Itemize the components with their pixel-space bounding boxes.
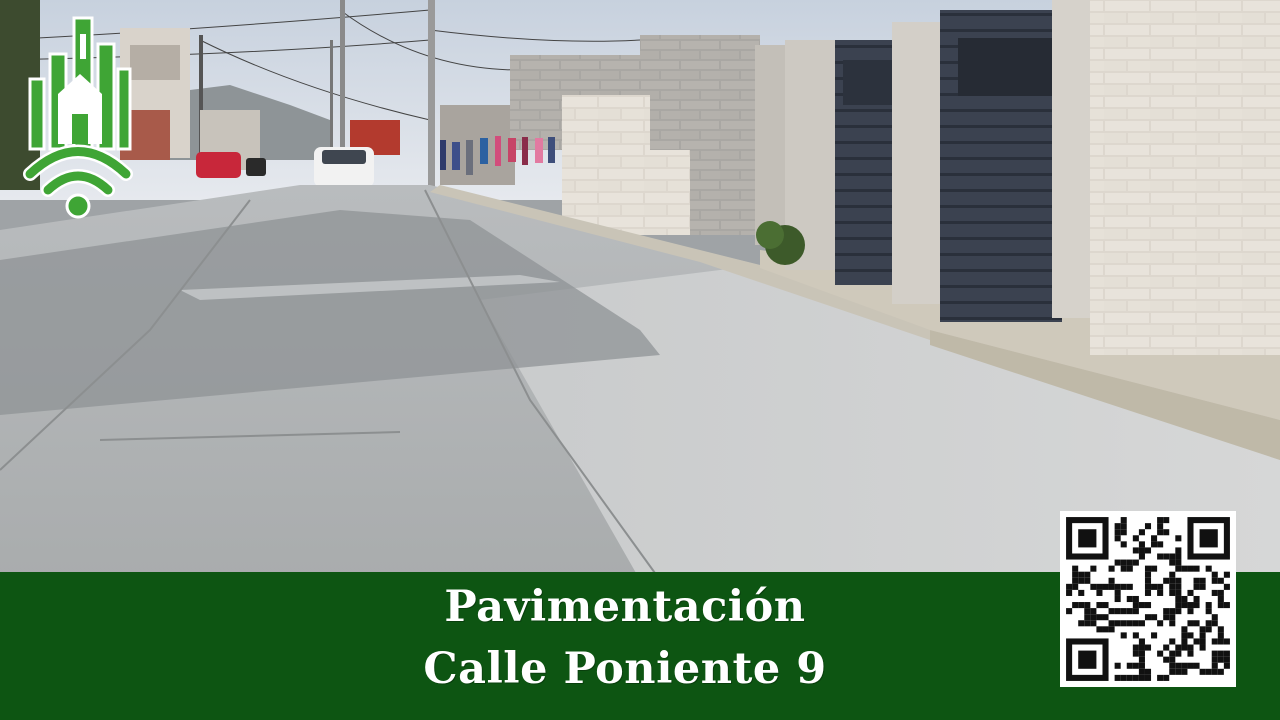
wifi-dot-icon <box>65 193 91 219</box>
building-bars-icon <box>28 16 132 151</box>
logo <box>23 16 133 219</box>
wifi-icon <box>23 144 133 197</box>
qr-code-icon[interactable] <box>1060 511 1236 687</box>
